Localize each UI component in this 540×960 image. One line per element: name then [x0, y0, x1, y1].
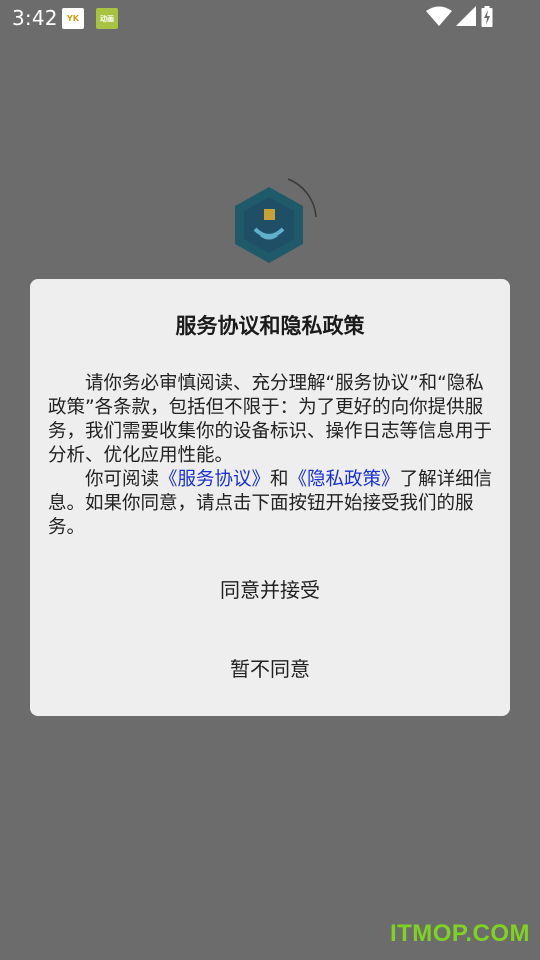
dialog-title: 服务协议和隐私政策: [175, 314, 365, 338]
wifi-icon: [426, 6, 452, 26]
dialog-text: 你可阅读: [85, 469, 160, 490]
cellular-signal-icon: [456, 6, 476, 26]
status-time: 3:42: [12, 6, 58, 30]
notif-text: YK: [67, 14, 79, 23]
system-icons: [426, 6, 506, 30]
dialog-body: 请你务必审慎阅读、充分理解“服务协议”和“隐私政策”各条款，包括但不限于：为了更…: [48, 372, 494, 540]
service-agreement-link[interactable]: 《服务协议》: [159, 469, 270, 490]
decline-button[interactable]: 暂不同意: [30, 653, 510, 682]
privacy-policy-dialog: 服务协议和隐私政策 请你务必审慎阅读、充分理解“服务协议”和“隐私政策”各条款，…: [30, 279, 510, 716]
privacy-policy-link[interactable]: 《隐私政策》: [289, 469, 400, 490]
app-notification-icon: 动画: [96, 8, 118, 29]
agree-button[interactable]: 同意并接受: [30, 574, 510, 603]
dialog-paragraph: 你可阅读《服务协议》和《隐私政策》了解详细信息。如果你同意，请点击下面按钮开始接…: [48, 468, 494, 540]
status-bar: 3:42 YK 动画: [0, 0, 540, 36]
app-logo-icon: [235, 178, 317, 263]
dialog-text: 和: [270, 469, 289, 490]
battery-charging-icon: [481, 6, 493, 27]
dialog-paragraph: 请你务必审慎阅读、充分理解“服务协议”和“隐私政策”各条款，包括但不限于：为了更…: [48, 373, 493, 466]
watermark-text: ITMOP.COM: [389, 920, 530, 947]
notif-text: 动画: [100, 14, 114, 23]
app-notification-icon: YK: [62, 8, 84, 29]
